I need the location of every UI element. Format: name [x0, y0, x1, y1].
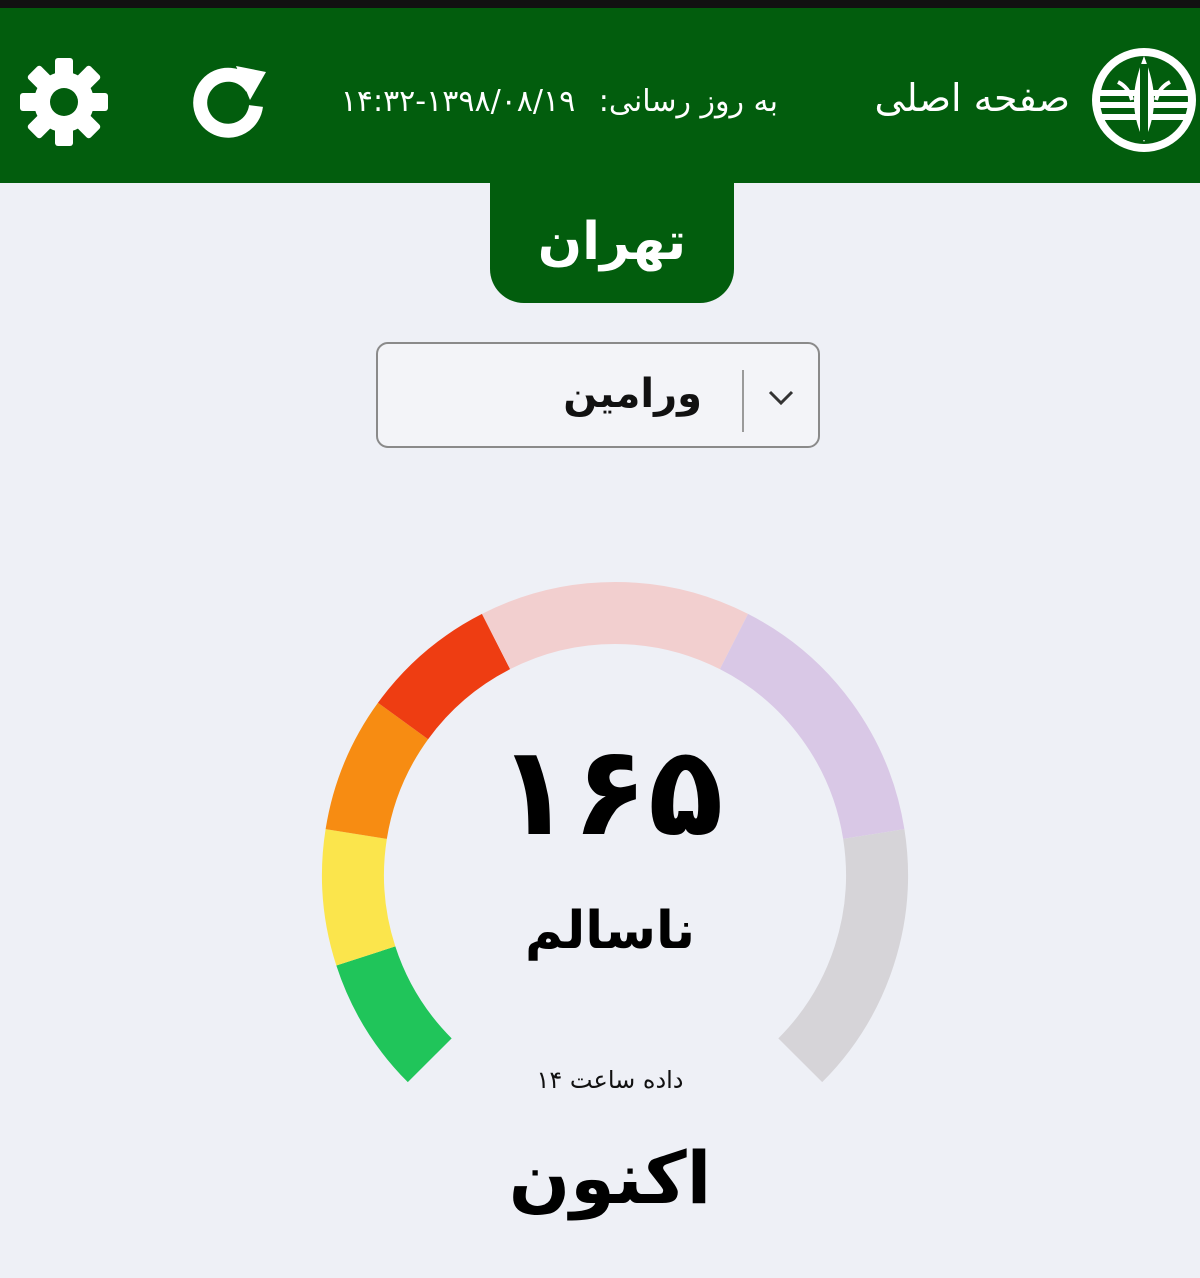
air-quality-app: صفحه اصلی به روز رسانی: ۱۳۹۸/۰۸/۱۹-۱۴:۳۲ — [0, 0, 1200, 1278]
station-select-value: ورامین — [563, 371, 702, 417]
refresh-icon[interactable] — [186, 58, 270, 142]
station-select[interactable]: ورامین — [376, 342, 820, 448]
gauge-segment-4 — [481, 582, 749, 670]
city-tab[interactable]: تهران — [490, 183, 734, 303]
gauge-segment-3 — [377, 613, 511, 740]
org-logo-icon — [1092, 48, 1196, 152]
gear-icon[interactable] — [18, 56, 110, 148]
last-updated-label: به روز رسانی: — [598, 84, 778, 119]
gauge-segment-2 — [325, 702, 429, 840]
gauge-segment-6 — [777, 829, 908, 1083]
last-updated-value: ۱۳۹۸/۰۸/۱۹-۱۴:۳۲ — [340, 84, 576, 119]
status-bar-edge — [0, 0, 1200, 8]
home-link[interactable]: صفحه اصلی — [874, 74, 1070, 122]
period-label: اکنون — [508, 1136, 712, 1220]
app-header: صفحه اصلی به روز رسانی: ۱۳۹۸/۰۸/۱۹-۱۴:۳۲ — [0, 8, 1200, 183]
gauge-segment-0 — [336, 945, 453, 1083]
gauge-segment-1 — [322, 829, 396, 966]
last-updated: به روز رسانی: ۱۳۹۸/۰۸/۱۹-۱۴:۳۲ — [341, 80, 778, 124]
data-hour-label: داده ساعت ۱۴ — [536, 1066, 684, 1094]
chevron-down-icon — [768, 390, 794, 406]
station-select-divider — [742, 370, 744, 432]
aqi-value: ۱۶۵ — [496, 720, 724, 864]
aqi-status: ناسالم — [524, 901, 695, 961]
